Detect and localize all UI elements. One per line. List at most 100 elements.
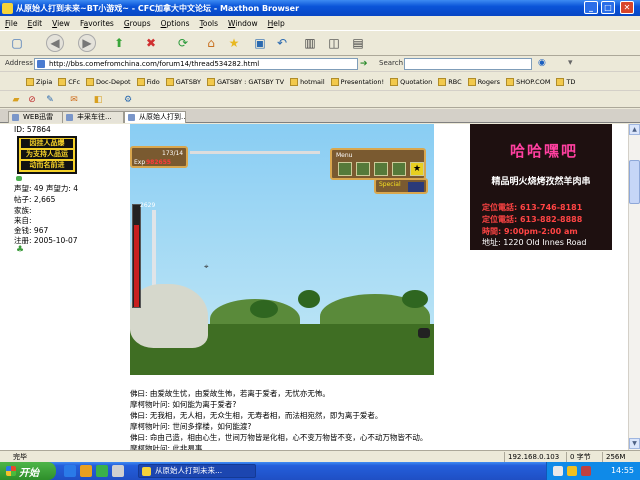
link-item[interactable]: Rogers [467, 77, 501, 86]
game-unit-slot[interactable] [374, 162, 388, 176]
menu-item[interactable]: Groups [119, 19, 156, 28]
go-icon[interactable]: ➔ [360, 59, 370, 69]
address-url: http://bbs.comefromchina.com/forum14/thr… [49, 60, 260, 68]
layout-button[interactable]: ▤ [349, 34, 367, 52]
favorites-button[interactable]: ★ [225, 34, 243, 52]
link-item[interactable]: CFc [58, 77, 80, 86]
maxthon-app-icon[interactable] [2, 2, 13, 14]
menu-item[interactable]: Tools [195, 19, 223, 28]
tab-label: WEB迅雷 [23, 113, 54, 121]
media-icon[interactable]: ◧ [92, 94, 104, 106]
ad-phone-1: 定位電話: 613-746-8181 [482, 203, 583, 212]
up-button[interactable]: ⬆ [110, 34, 128, 52]
close-button[interactable]: ✕ [620, 1, 634, 14]
game-menu-panel[interactable]: Menu ★ [330, 148, 426, 180]
collector-button[interactable]: ▣ [251, 34, 269, 52]
refresh-icon: ⟳ [177, 36, 189, 50]
edit-icon[interactable]: ✎ [44, 94, 56, 106]
status-ip: 192.168.0.103 [504, 452, 559, 462]
link-item[interactable]: Doc-Depot [86, 77, 131, 86]
link-item[interactable]: hotmail [290, 77, 325, 86]
game-tree [250, 300, 278, 318]
vertical-scrollbar[interactable]: ▲ ▼ [628, 124, 640, 450]
flash-game[interactable]: 2629 173/14 Exp 982655 Menu ★ Special ⌖ [130, 124, 434, 375]
game-star-icon[interactable]: ★ [410, 162, 424, 176]
tab-car[interactable]: 丰采车往... [62, 111, 124, 123]
link-label: Fido [146, 77, 160, 86]
search-input[interactable] [404, 58, 532, 70]
up-arrow-icon: ⬆ [113, 36, 125, 50]
link-item[interactable]: Zipia [26, 77, 52, 86]
start-button[interactable]: 开始 [0, 462, 56, 480]
minimize-button[interactable]: _ [584, 1, 598, 14]
tray-network-icon[interactable] [553, 466, 563, 476]
tray-volume-icon[interactable] [567, 466, 577, 476]
menu-item[interactable]: Options [156, 19, 195, 28]
game-unit-slot[interactable] [356, 162, 370, 176]
menu-item[interactable]: File [0, 19, 23, 28]
address-input[interactable]: http://bbs.comefromchina.com/forum14/thr… [34, 58, 358, 70]
user-reputation: 声望: 49 声望力: 4 [14, 184, 79, 193]
search-engine-icon[interactable]: ◉ [538, 58, 550, 70]
home-button[interactable]: ⌂ [202, 34, 220, 52]
groups-button[interactable]: ▥ [301, 34, 319, 52]
post-body: 佛曰: 由爱故生忧，由爱故生怖，若离于爱者，无忧亦无怖。 摩柯物叶问: 如何能为… [130, 388, 620, 454]
window-app-icon [142, 467, 151, 476]
menu-item[interactable]: Edit [23, 19, 48, 28]
search-options-icon[interactable]: ▾ [568, 58, 580, 70]
link-item[interactable]: TD [556, 77, 575, 86]
mail-icon[interactable]: ✉ [68, 94, 80, 106]
link-item[interactable]: GATSBY [165, 77, 201, 86]
game-unit-slot[interactable] [338, 162, 352, 176]
tab-current-thread[interactable]: 从原始人打到... [124, 111, 186, 123]
folder-icon[interactable]: ▰ [10, 94, 22, 106]
taskbar-window-button[interactable]: 从原始人打到未来... [138, 464, 256, 478]
split-button[interactable]: ◫ [325, 34, 343, 52]
link-label: Rogers [477, 77, 501, 86]
quicklaunch-messenger-icon[interactable] [96, 465, 108, 477]
game-hp-bar [132, 204, 141, 308]
new-page-button[interactable]: ▢ [8, 34, 26, 52]
forward-button[interactable]: ▶ [78, 34, 96, 52]
scroll-up-button[interactable]: ▲ [629, 124, 640, 135]
tray-security-icon[interactable] [581, 466, 591, 476]
tab-web-thunder[interactable]: WEB迅雷 [8, 111, 70, 123]
status-bytes: 0 字节 [566, 452, 591, 462]
link-folder-icon [206, 77, 215, 86]
back-button[interactable]: ◀ [46, 34, 64, 52]
link-item[interactable]: Fido [136, 77, 160, 86]
stop-button[interactable]: ✖ [142, 34, 160, 52]
link-item[interactable]: SHOP.COM [506, 77, 550, 86]
link-item[interactable]: Quotation [390, 77, 432, 86]
quicklaunch-media-icon[interactable] [80, 465, 92, 477]
restaurant-ad[interactable]: 哈哈嘿吧 精品明火烧烤孜然羊肉串 定位電話: 613-746-8181 定位電話… [470, 124, 612, 250]
scroll-down-button[interactable]: ▼ [629, 438, 640, 449]
menu-item[interactable]: View [47, 19, 75, 28]
undo-button[interactable]: ↶ [273, 34, 291, 52]
link-item[interactable]: GATSBY : GATSBY TV [206, 77, 285, 86]
ad-title: 哈哈嘿吧 [509, 142, 578, 160]
menu-item[interactable]: Window [223, 19, 263, 28]
scroll-thumb[interactable] [629, 160, 640, 204]
block-icon[interactable]: ⊘ [26, 94, 38, 106]
user-id: ID: 57864 [14, 125, 51, 134]
link-folder-icon [136, 77, 145, 86]
game-special-panel[interactable]: Special [374, 178, 428, 194]
game-stats-panel: 173/14 Exp 982655 [130, 146, 188, 168]
maximize-button[interactable]: □ [601, 1, 615, 14]
refresh-button[interactable]: ⟳ [174, 34, 192, 52]
menu-item[interactable]: Favorites [75, 19, 119, 28]
menu-item[interactable]: Help [263, 19, 290, 28]
address-row: Address http://bbs.comefromchina.com/for… [0, 56, 640, 72]
link-label: GATSBY : GATSBY TV [216, 77, 285, 86]
link-folder-icon [438, 77, 447, 86]
title-bar: 从原始人打到未来~BT小游戏~ - CFC加拿大中文论坛 - Maxthon B… [0, 0, 640, 16]
quicklaunch-desktop-icon[interactable] [112, 465, 124, 477]
tools-icon[interactable]: ⚙ [122, 94, 134, 106]
link-folder-icon [26, 77, 34, 86]
link-item[interactable]: RBC [438, 77, 462, 86]
link-item[interactable]: Presentation! [330, 77, 384, 86]
link-folder-icon [390, 77, 399, 86]
game-unit-slot[interactable] [392, 162, 406, 176]
quicklaunch-browser-icon[interactable] [64, 465, 76, 477]
